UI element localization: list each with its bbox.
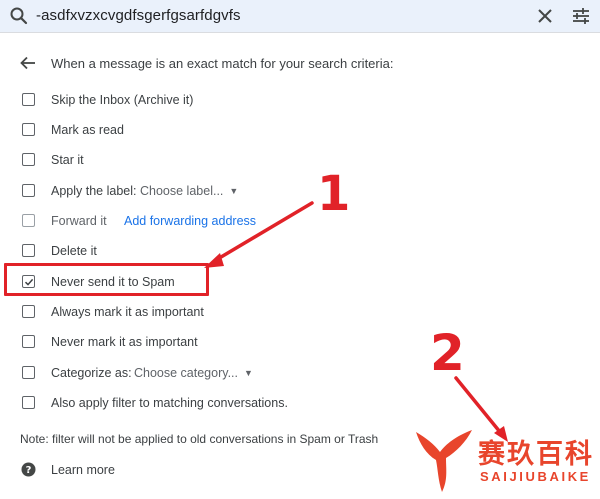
- mark-read-checkbox[interactable]: [22, 123, 35, 136]
- search-options-icon[interactable]: [570, 5, 592, 27]
- search-bar: -asdfxvzxcvgdfsgerfgsarfdgvfs: [0, 0, 600, 33]
- filter-note: Note: filter will not be applied to old …: [20, 432, 379, 446]
- back-arrow-icon[interactable]: [19, 54, 37, 72]
- option-label: Skip the Inbox (Archive it): [51, 93, 194, 107]
- never-important-checkbox[interactable]: [22, 335, 35, 348]
- search-icon[interactable]: [9, 6, 29, 26]
- option-label: Categorize as:: [51, 366, 132, 380]
- learn-more-link[interactable]: Learn more: [51, 463, 115, 477]
- apply-matching-checkbox[interactable]: [22, 396, 35, 409]
- always-important-checkbox[interactable]: [22, 305, 35, 318]
- caret-down-icon: ▼: [229, 186, 239, 196]
- watermark-english: SAIJIUBAIKE: [480, 469, 591, 484]
- option-label: Always mark it as important: [51, 305, 204, 319]
- option-mark-read: Mark as read: [0, 118, 600, 142]
- choose-label-dropdown[interactable]: Choose label... ▼: [140, 184, 238, 198]
- option-skip-inbox: Skip the Inbox (Archive it): [0, 88, 600, 112]
- option-label: Never mark it as important: [51, 335, 198, 349]
- option-categorize: Categorize as: Choose category... ▼: [0, 361, 600, 385]
- option-label: Forward it: [51, 214, 107, 228]
- option-apply-label: Apply the label: Choose label... ▼: [0, 179, 600, 203]
- option-star: Star it: [0, 148, 600, 172]
- filter-header: When a message is an exact match for you…: [0, 52, 600, 74]
- dropdown-value: Choose category...: [134, 366, 238, 380]
- option-apply-matching: Also apply filter to matching conversati…: [0, 391, 600, 415]
- dropdown-value: Choose label...: [140, 184, 224, 198]
- watermark-chinese: 赛玖百科: [478, 439, 594, 469]
- forward-checkbox[interactable]: [22, 214, 35, 227]
- delete-checkbox[interactable]: [22, 244, 35, 257]
- caret-down-icon: ▼: [244, 368, 253, 378]
- close-icon[interactable]: [534, 5, 556, 27]
- annotation-number-1: 1: [317, 166, 351, 222]
- apply-label-checkbox[interactable]: [22, 184, 35, 197]
- option-label: Mark as read: [51, 123, 124, 137]
- watermark-logo: 赛玖百科 SAIJIUBAIKE: [410, 418, 600, 496]
- option-label: Apply the label:: [51, 184, 137, 198]
- option-label: Star it: [51, 153, 84, 167]
- option-forward: Forward it Add forwarding address: [0, 209, 600, 233]
- annotation-number-2: 2: [430, 324, 465, 382]
- svg-text:?: ?: [26, 465, 32, 476]
- add-forwarding-address-link[interactable]: Add forwarding address: [124, 214, 256, 228]
- option-never-important: Never mark it as important: [0, 330, 600, 354]
- option-delete: Delete it: [0, 239, 600, 263]
- whale-tail-icon: [416, 430, 472, 492]
- filter-header-text: When a message is an exact match for you…: [51, 56, 394, 71]
- choose-category-dropdown[interactable]: Choose category... ▼: [134, 366, 253, 380]
- categorize-checkbox[interactable]: [22, 366, 35, 379]
- learn-more-row[interactable]: ? Learn more: [0, 459, 300, 481]
- search-input[interactable]: -asdfxvzxcvgdfsgerfgsarfdgvfs: [36, 7, 241, 24]
- option-always-important: Always mark it as important: [0, 300, 600, 324]
- highlight-box: [4, 263, 209, 296]
- star-checkbox[interactable]: [22, 153, 35, 166]
- skip-inbox-checkbox[interactable]: [22, 93, 35, 106]
- help-icon: ?: [21, 462, 36, 477]
- option-label: Delete it: [51, 244, 97, 258]
- option-label: Also apply filter to matching conversati…: [51, 396, 288, 410]
